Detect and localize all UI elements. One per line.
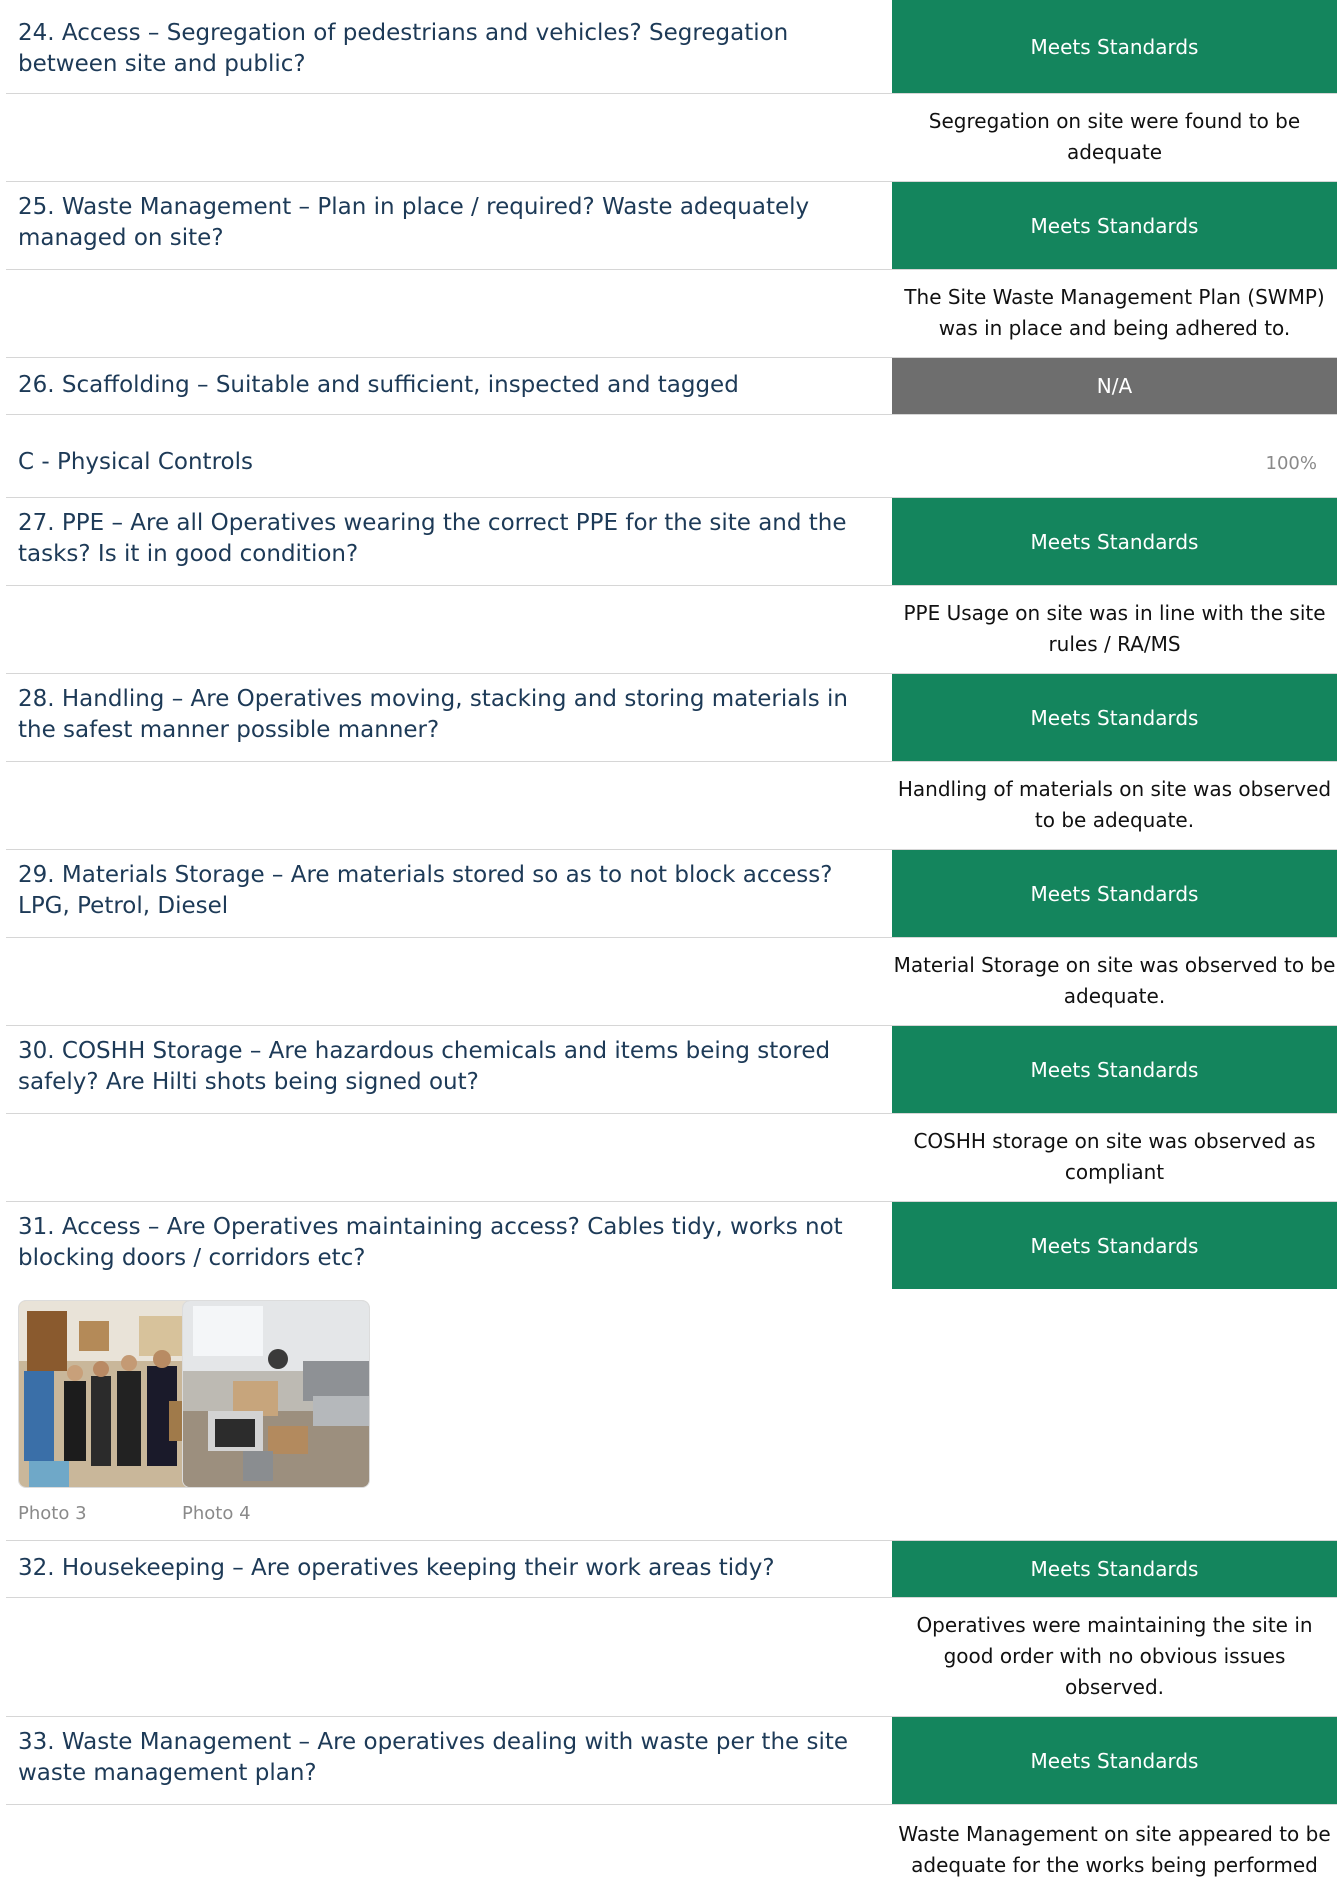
comment-row: Segregation on site were found to be ade… xyxy=(6,94,1337,182)
question-row: 28. Handling – Are Operatives moving, st… xyxy=(6,674,1337,762)
question-row: 25. Waste Management – Plan in place / r… xyxy=(6,182,1337,270)
section-score: 100% xyxy=(1265,453,1317,474)
status-meets-standards: Meets Standards xyxy=(892,498,1337,585)
comment-row: PPE Usage on site was in line with the s… xyxy=(6,586,1337,674)
comment-text: The Site Waste Management Plan (SWMP) wa… xyxy=(904,285,1325,340)
photo-thumbnail[interactable] xyxy=(18,1300,206,1488)
question-row: 29. Materials Storage – Are materials st… xyxy=(6,850,1337,938)
comment-row: COSHH storage on site was observed as co… xyxy=(6,1114,1337,1202)
status-meets-standards: Meets Standards xyxy=(892,674,1337,761)
comment-row: The Site Waste Management Plan (SWMP) wa… xyxy=(6,270,1337,358)
photo-thumbnail[interactable] xyxy=(182,1300,370,1488)
question-row: 24. Access – Segregation of pedestrians … xyxy=(6,0,1337,94)
section-header: C - Physical Controls 100% xyxy=(6,415,1337,498)
question-text: 32. Housekeeping – Are operatives keepin… xyxy=(18,1555,775,1581)
status-meets-standards: Meets Standards xyxy=(892,850,1337,937)
status-meets-standards: Meets Standards xyxy=(892,1202,1337,1289)
comment-text: Material Storage on site was observed to… xyxy=(893,953,1336,1008)
question-row: 32. Housekeeping – Are operatives keepin… xyxy=(6,1541,1337,1598)
status-meets-standards: Meets Standards xyxy=(892,0,1337,93)
comment-text: COSHH storage on site was observed as co… xyxy=(913,1129,1316,1184)
comment-row: Material Storage on site was observed to… xyxy=(6,938,1337,1026)
status-meets-standards: Meets Standards xyxy=(892,1026,1337,1113)
section-title: C - Physical Controls xyxy=(18,449,253,475)
question-text: 24. Access – Segregation of pedestrians … xyxy=(18,20,789,77)
photo-caption: Photo 3 xyxy=(18,1503,87,1524)
comment-row: Waste Management on site appeared to be … xyxy=(6,1805,1337,1881)
comment-row: Handling of materials on site was observ… xyxy=(6,762,1337,850)
question-text: 31. Access – Are Operatives maintaining … xyxy=(18,1214,843,1271)
question-text: 29. Materials Storage – Are materials st… xyxy=(18,862,833,919)
comment-text: Handling of materials on site was observ… xyxy=(897,777,1332,832)
comment-text: PPE Usage on site was in line with the s… xyxy=(903,601,1326,656)
question-text: 27. PPE – Are all Operatives wearing the… xyxy=(18,510,847,567)
question-row: 30. COSHH Storage – Are hazardous chemic… xyxy=(6,1026,1337,1114)
question-text: 28. Handling – Are Operatives moving, st… xyxy=(18,686,849,743)
question-row: 33. Waste Management – Are operatives de… xyxy=(6,1717,1337,1805)
comment-text: Segregation on site were found to be ade… xyxy=(928,109,1301,164)
status-na: N/A xyxy=(892,358,1337,414)
photo-caption: Photo 4 xyxy=(182,1503,251,1524)
comment-text: Operatives were maintaining the site in … xyxy=(916,1613,1313,1699)
status-meets-standards: Meets Standards xyxy=(892,1541,1337,1597)
question-row: 27. PPE – Are all Operatives wearing the… xyxy=(6,498,1337,586)
comment-text: Waste Management on site appeared to be … xyxy=(898,1822,1331,1877)
question-text: 25. Waste Management – Plan in place / r… xyxy=(18,194,810,251)
question-text: 30. COSHH Storage – Are hazardous chemic… xyxy=(18,1038,831,1095)
status-meets-standards: Meets Standards xyxy=(892,182,1337,269)
status-meets-standards: Meets Standards xyxy=(892,1717,1337,1804)
warehouse-photo-image xyxy=(19,1301,205,1487)
question-row: 26. Scaffolding – Suitable and sufficien… xyxy=(6,358,1337,415)
question-text: 26. Scaffolding – Suitable and sufficien… xyxy=(18,372,739,398)
room-photo-image xyxy=(183,1301,369,1487)
comment-row: Operatives were maintaining the site in … xyxy=(6,1598,1337,1717)
question-text: 33. Waste Management – Are operatives de… xyxy=(18,1729,849,1786)
question-row: 31. Access – Are Operatives maintaining … xyxy=(6,1202,1337,1541)
